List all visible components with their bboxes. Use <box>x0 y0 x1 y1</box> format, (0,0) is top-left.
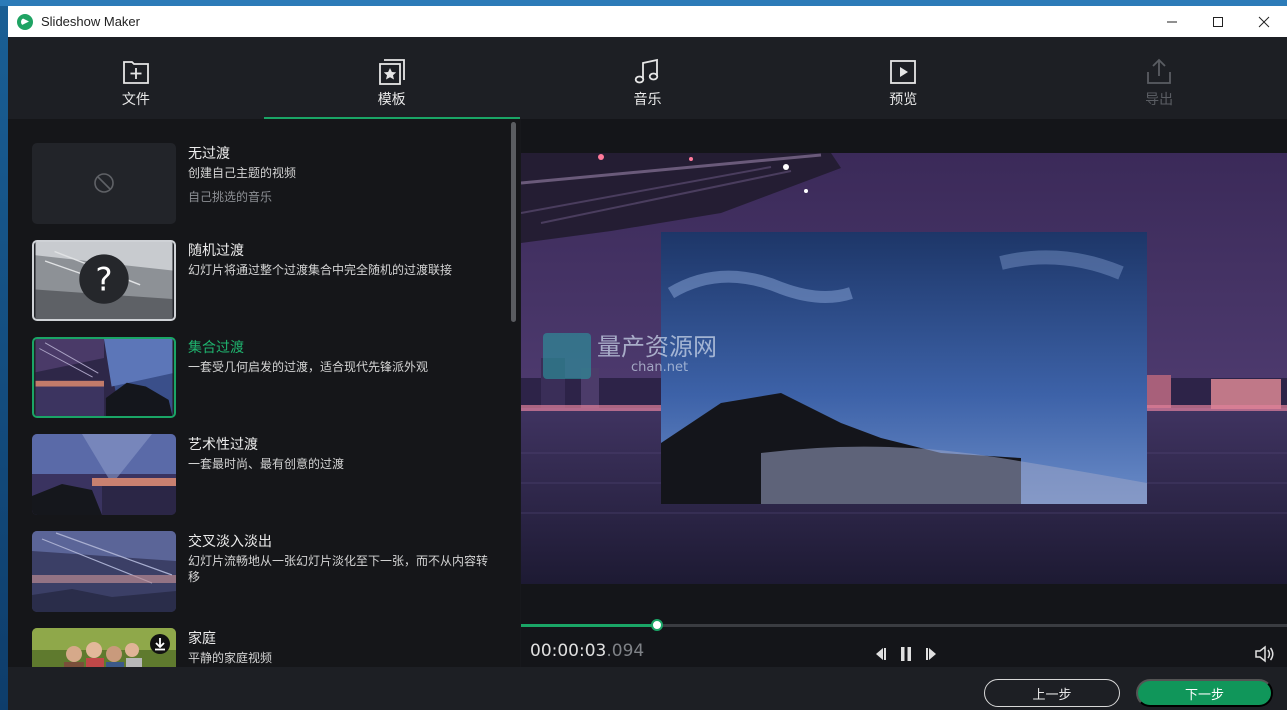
step-back-icon <box>876 648 886 660</box>
template-desc: 一套受几何启发的过渡，适合现代先锋派外观 <box>188 360 429 374</box>
timeline-progress <box>521 624 658 627</box>
window-controls <box>1149 6 1287 37</box>
template-star-icon <box>378 59 405 85</box>
tab-file-label: 文件 <box>121 92 150 108</box>
template-list-scrollbar[interactable] <box>511 122 516 322</box>
bridge-thumbnail-image: ? <box>35 242 173 319</box>
no-symbol-icon <box>94 173 114 193</box>
desktop-background <box>0 0 8 710</box>
preview-scene-image: 量产资源网 chan.net <box>521 153 1287 584</box>
minimize-button[interactable] <box>1149 6 1195 37</box>
template-title: 交叉淡入淡出 <box>188 534 272 550</box>
title-bar[interactable]: Slideshow Maker <box>8 6 1287 37</box>
template-list: 无过渡 创建自己主题的视频 自己挑选的音乐 ? 随机过渡 幻灯片将通过整个过渡集… <box>8 119 520 667</box>
maximize-button[interactable] <box>1195 6 1241 37</box>
video-preview[interactable]: 量产资源网 chan.net <box>521 153 1287 584</box>
template-item-art[interactable]: 艺术性过渡 一套最时尚、最有创意的过渡 <box>32 434 502 516</box>
tab-export[interactable]: 导出 <box>1031 37 1287 119</box>
next-step-button[interactable]: 下一步 <box>1136 679 1273 707</box>
template-desc: 幻灯片流畅地从一张幻灯片淡化至下一张，而不从内容转移 <box>188 554 489 584</box>
timecode: 00:00:03.094 <box>530 641 644 661</box>
window-title: Slideshow Maker <box>41 14 140 29</box>
timecode-ms: .094 <box>606 641 645 661</box>
template-desc-secondary: 自己挑选的音乐 <box>188 190 273 204</box>
template-title: 家庭 <box>188 631 216 647</box>
previous-frame-button[interactable] <box>871 645 889 663</box>
template-desc: 平静的家庭视频 <box>188 651 273 665</box>
crossfade-thumbnail-image <box>32 531 176 612</box>
svg-text:?: ? <box>95 260 112 298</box>
template-thumbnail <box>32 337 176 418</box>
close-icon <box>1258 16 1270 27</box>
tab-file[interactable]: 文件 <box>8 37 264 119</box>
tab-template-label: 模板 <box>377 92 406 108</box>
add-file-icon <box>122 61 149 84</box>
footer-bar: 上一步 下一步 <box>8 667 1287 710</box>
music-note-icon <box>635 58 659 84</box>
template-title: 无过渡 <box>188 146 230 162</box>
art-thumbnail-image <box>32 434 176 515</box>
next-frame-button[interactable] <box>923 645 941 663</box>
tab-preview-label: 预览 <box>889 92 918 108</box>
template-item-none[interactable]: 无过渡 创建自己主题的视频 自己挑选的音乐 <box>32 143 502 225</box>
step-forward-icon <box>926 648 936 660</box>
template-thumbnail <box>32 143 176 224</box>
template-desc: 幻灯片将通过整个过渡集合中完全随机的过渡联接 <box>188 263 453 277</box>
pause-icon <box>901 647 911 661</box>
previous-step-button[interactable]: 上一步 <box>984 679 1120 707</box>
watermark-url: chan.net <box>631 360 688 375</box>
watermark-text: 量产资源网 <box>597 333 717 361</box>
tab-music[interactable]: 音乐 <box>520 37 776 119</box>
template-desc: 一套最时尚、最有创意的过渡 <box>188 457 345 471</box>
preview-panel: 量产资源网 chan.net 00:00:03.094 <box>521 119 1287 667</box>
pause-button[interactable] <box>897 645 915 663</box>
play-preview-icon <box>890 60 917 84</box>
city-bridge-thumbnail-image <box>35 339 173 416</box>
template-thumbnail: ? <box>32 240 176 321</box>
tab-template[interactable]: 模板 <box>263 37 520 119</box>
template-item-random[interactable]: ? 随机过渡 幻灯片将通过整个过渡集合中完全随机的过渡联接 <box>32 240 502 322</box>
tab-preview[interactable]: 预览 <box>775 37 1031 119</box>
app-window: Slideshow Maker 文件 模板 音乐 预览 导出 无过渡 创建自己主… <box>8 6 1287 710</box>
close-button[interactable] <box>1241 6 1287 37</box>
template-title: 艺术性过渡 <box>188 437 258 453</box>
tab-export-label: 导出 <box>1145 92 1174 108</box>
template-item-collection[interactable]: 集合过渡 一套受几何启发的过渡，适合现代先锋派外观 <box>32 337 502 419</box>
template-thumbnail <box>32 434 176 515</box>
timecode-main: 00:00:03 <box>530 641 607 661</box>
template-desc: 创建自己主题的视频 <box>188 166 297 180</box>
template-thumbnail <box>32 628 176 667</box>
app-logo-icon <box>17 13 33 30</box>
minimize-icon <box>1167 21 1177 22</box>
speaker-icon <box>1255 645 1274 663</box>
template-thumbnail <box>32 531 176 612</box>
tab-music-label: 音乐 <box>633 92 662 108</box>
export-upload-icon <box>1147 58 1171 84</box>
template-title: 随机过渡 <box>188 243 244 259</box>
template-item-crossfade[interactable]: 交叉淡入淡出 幻灯片流畅地从一张幻灯片淡化至下一张，而不从内容转移 <box>32 531 502 613</box>
download-button[interactable] <box>150 634 170 654</box>
maximize-icon <box>1213 16 1223 27</box>
timeline-scrubber[interactable] <box>651 619 664 631</box>
volume-button[interactable] <box>1254 645 1276 663</box>
download-icon <box>155 638 165 651</box>
main-nav: 文件 模板 音乐 预览 导出 <box>8 37 1287 119</box>
template-item-family[interactable]: 家庭 平静的家庭视频 <box>32 628 502 667</box>
template-title: 集合过渡 <box>188 340 244 356</box>
